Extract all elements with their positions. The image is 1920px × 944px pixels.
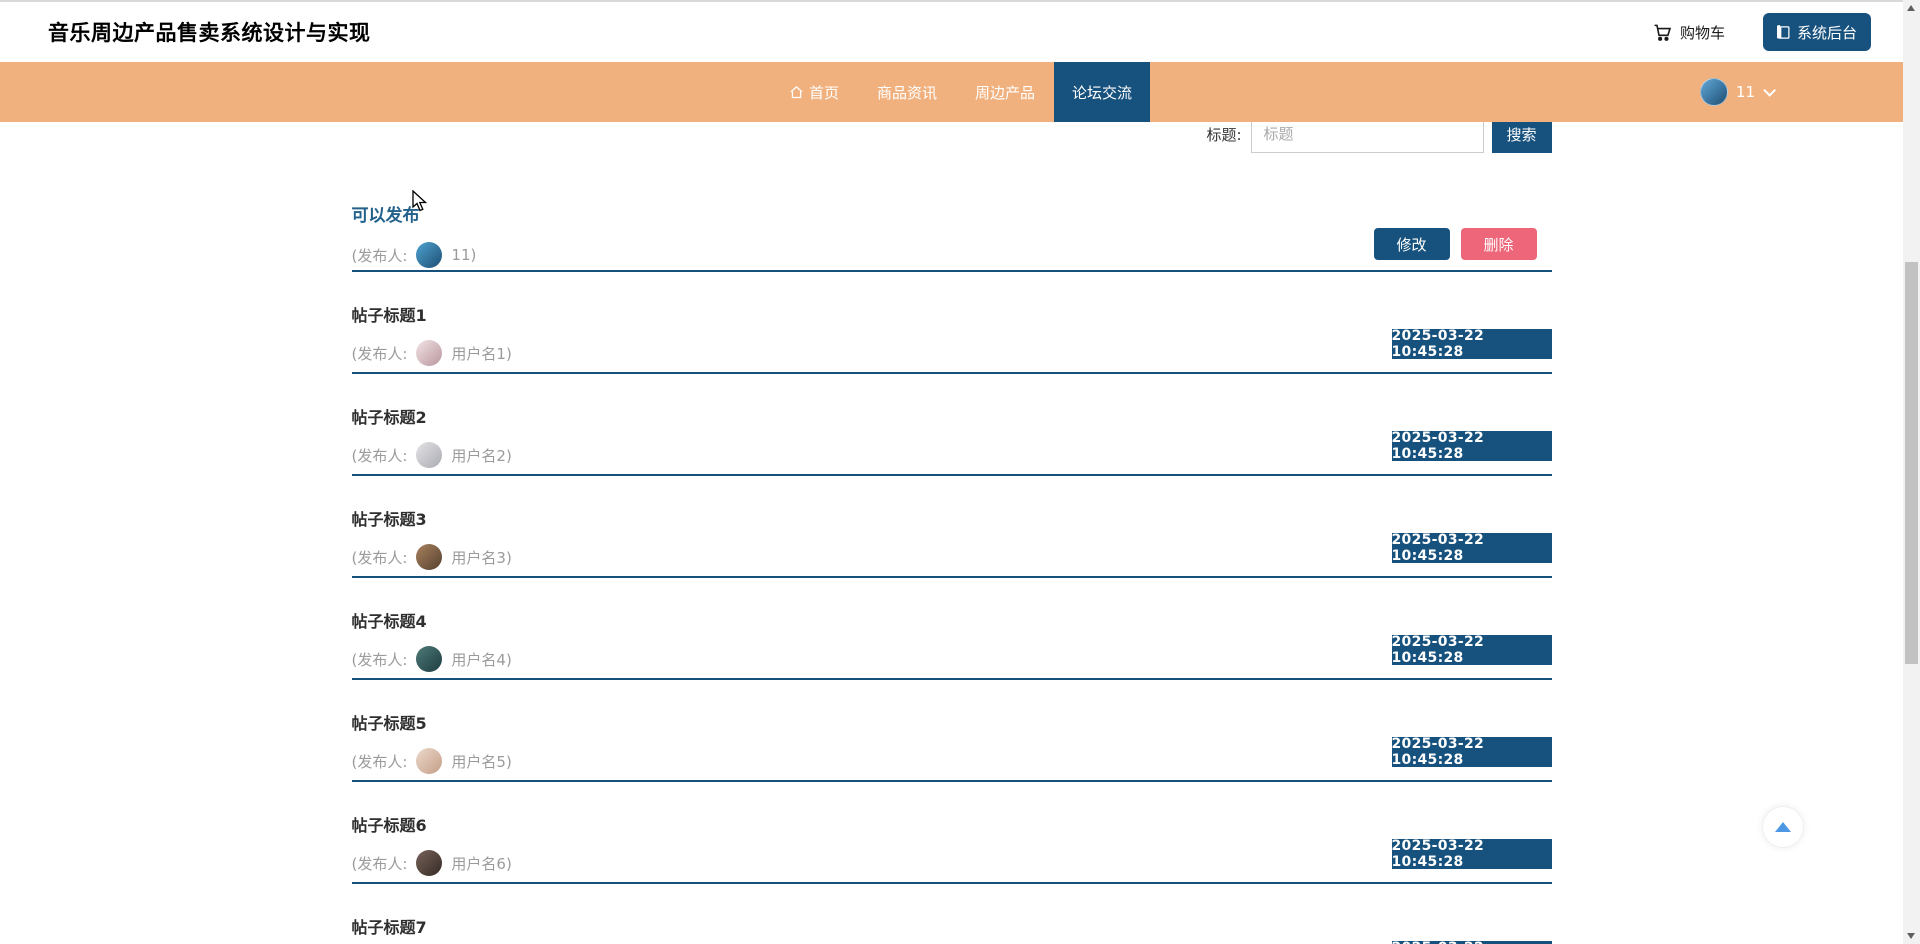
post-row: 帖子标题4 (发布人: 用户名4) 2025-03-22 10:45:28	[351, 578, 1552, 680]
post-byline: (发布人: 用户名5)	[352, 746, 1552, 776]
nav-tab-home[interactable]: 首页	[770, 62, 858, 122]
byline-prefix: (发布人:	[351, 650, 408, 669]
home-icon	[789, 85, 804, 100]
author-avatar	[416, 340, 443, 366]
nav-tab-product-news[interactable]: 商品资讯	[858, 62, 956, 122]
chevron-down-icon	[1763, 83, 1776, 97]
admin-backend-label: 系统后台	[1796, 23, 1857, 42]
post-timestamp-badge: 2025-03-22 10:45:28	[1391, 838, 1552, 870]
author-avatar	[416, 544, 443, 570]
nav-tab-forum[interactable]: 论坛交流	[1054, 62, 1151, 122]
byline-prefix: (发布人:	[351, 446, 408, 465]
book-icon	[1776, 24, 1792, 40]
post-row: 帖子标题6 (发布人: 用户名6) 2025-03-22 10:45:28	[351, 782, 1552, 884]
search-label: 标题:	[1206, 125, 1242, 144]
post-timestamp-badge: 2025-03-22 10:45:28	[1391, 634, 1552, 666]
author-name: 用户名5)	[451, 752, 512, 771]
pinned-post: 可以发布 (发布人: 11) 修改 删除	[351, 190, 1552, 272]
post-title[interactable]: 帖子标题1	[352, 305, 1552, 327]
byline-prefix: (发布人:	[351, 854, 408, 873]
edit-button[interactable]: 修改	[1373, 228, 1450, 260]
author-name: 用户名6)	[451, 854, 512, 873]
author-name: 用户名1)	[451, 344, 512, 363]
post-row: 帖子标题7 (发布人: 用户名7) 2025-03-22 10:45:28	[352, 884, 1552, 944]
post-row: 帖子标题5 (发布人: 用户名5) 2025-03-22 10:45:28	[351, 680, 1552, 782]
post-timestamp-badge: 2025-03-22 10:45:28	[1391, 430, 1552, 462]
nav-tab-merch-label: 周边产品	[975, 83, 1036, 102]
cart-label: 购物车	[1679, 23, 1725, 42]
post-row: 帖子标题3 (发布人: 用户名3) 2025-03-22 10:45:28	[351, 476, 1552, 578]
top-header: 音乐周边产品售卖系统设计与实现 购物车 系统后台	[0, 0, 1920, 62]
scrollbar-thumb[interactable]	[1905, 262, 1918, 664]
scrollbar-up-arrow-icon[interactable]	[1907, 5, 1915, 11]
byline-prefix: (发布人:	[351, 752, 408, 771]
cart-icon	[1653, 23, 1672, 42]
post-list: 可以发布 (发布人: 11) 修改 删除 帖子标题1 (发布人: 用户名1) 2…	[351, 122, 1552, 944]
arrow-up-icon	[1775, 822, 1791, 832]
nav-tab-home-label: 首页	[808, 83, 839, 102]
main-nav: 首页 商品资讯 周边产品 论坛交流 11	[0, 62, 1920, 122]
byline-prefix: (发布人:	[351, 548, 408, 567]
post-row: 帖子标题2 (发布人: 用户名2) 2025-03-22 10:45:28	[351, 374, 1552, 476]
admin-backend-button[interactable]: 系统后台	[1762, 13, 1871, 51]
nav-tab-product-news-label: 商品资讯	[876, 83, 937, 102]
nav-tab-merch[interactable]: 周边产品	[956, 62, 1054, 122]
byline-prefix: (发布人:	[351, 246, 408, 265]
post-byline: (发布人: 用户名4)	[352, 644, 1552, 674]
header-actions: 购物车 系统后台	[1653, 13, 1888, 51]
post-byline: (发布人: 用户名1)	[352, 338, 1552, 368]
post-row: 帖子标题1 (发布人: 用户名1) 2025-03-22 10:45:28	[351, 272, 1552, 374]
post-title[interactable]: 帖子标题2	[352, 407, 1552, 429]
post-title[interactable]: 帖子标题7	[352, 917, 1552, 939]
user-name: 11	[1735, 83, 1755, 101]
nav-tabs: 首页 商品资讯 周边产品 论坛交流	[770, 62, 1151, 122]
author-avatar	[416, 748, 443, 774]
author-avatar	[416, 850, 443, 876]
main-content: 标题: 搜索 可以发布 (发布人: 11) 修改 删除 帖子标题1 (	[0, 115, 1903, 944]
post-byline: (发布人: 用户名2)	[352, 440, 1552, 470]
delete-button[interactable]: 删除	[1460, 228, 1537, 260]
author-name: 用户名3)	[451, 548, 512, 567]
author-avatar	[416, 646, 443, 672]
author-avatar	[416, 242, 443, 268]
byline-prefix: (发布人:	[351, 344, 408, 363]
post-timestamp-badge: 2025-03-22 10:45:28	[1391, 328, 1552, 360]
nav-tab-forum-label: 论坛交流	[1072, 83, 1133, 102]
pinned-post-title[interactable]: 可以发布	[352, 205, 1552, 227]
back-to-top-button[interactable]	[1762, 806, 1804, 848]
author-name: 用户名4)	[451, 650, 512, 669]
post-title[interactable]: 帖子标题3	[352, 509, 1552, 531]
cart-link[interactable]: 购物车	[1653, 22, 1725, 43]
post-byline: (发布人: 用户名6)	[352, 848, 1552, 878]
post-title[interactable]: 帖子标题5	[352, 713, 1552, 735]
scrollbar-down-arrow-icon[interactable]	[1907, 933, 1915, 939]
post-title[interactable]: 帖子标题4	[352, 611, 1552, 633]
post-timestamp-badge: 2025-03-22 10:45:28	[1391, 736, 1552, 768]
page-scrollbar[interactable]	[1903, 0, 1920, 944]
author-name: 11)	[451, 246, 477, 264]
post-byline: (发布人: 用户名3)	[352, 542, 1552, 572]
user-avatar	[1699, 78, 1728, 106]
user-menu[interactable]: 11	[1699, 62, 1776, 122]
post-title[interactable]: 帖子标题6	[352, 815, 1552, 837]
site-title: 音乐周边产品售卖系统设计与实现	[48, 21, 371, 45]
pinned-actions: 修改 删除	[1373, 228, 1552, 260]
author-avatar	[416, 442, 443, 468]
post-timestamp-badge: 2025-03-22 10:45:28	[1391, 532, 1552, 564]
author-name: 用户名2)	[451, 446, 512, 465]
pinned-post-byline: (发布人: 11)	[352, 240, 1552, 270]
